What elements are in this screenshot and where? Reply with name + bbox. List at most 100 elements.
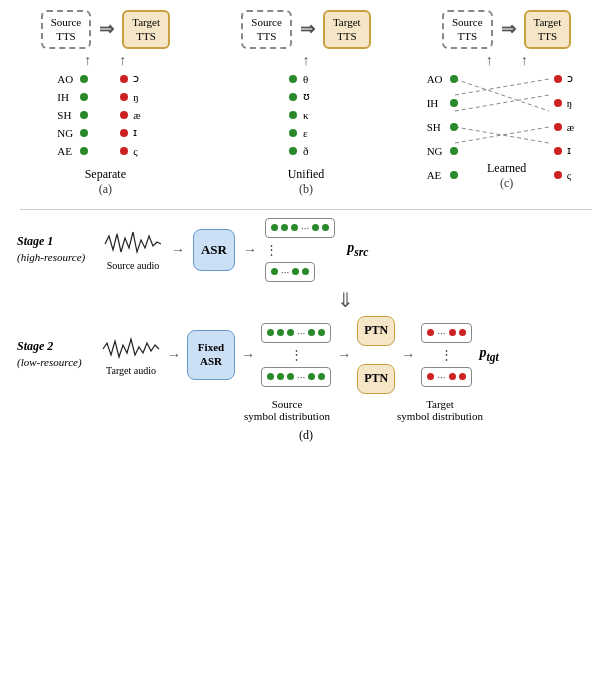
sd8 <box>302 268 309 275</box>
sd20 <box>449 329 456 336</box>
sd15 <box>277 373 284 380</box>
up-arrow-b: ↑ <box>302 53 309 69</box>
dot-r3 <box>120 111 128 119</box>
ellipsis4: ··· <box>297 371 305 383</box>
up-arrows-c: ↑ ↑ <box>486 53 528 69</box>
dot-c-ae <box>450 171 458 179</box>
dot-sh <box>80 111 88 119</box>
ph-b4: ε <box>303 127 323 139</box>
sd17 <box>308 373 315 380</box>
seq-3-1: ··· <box>421 323 471 343</box>
stage2-arrow2: → <box>241 347 255 363</box>
dot-c-r4 <box>554 147 562 155</box>
ph-c-r3: æ <box>567 121 587 133</box>
up-arrows-a: ↑ ↑ <box>84 53 126 69</box>
sd23 <box>449 373 456 380</box>
stage2-tgt-sequences: ··· ⋮ ··· <box>421 323 471 387</box>
arrow-b: ⇒ <box>300 18 315 40</box>
dot-b3 <box>289 111 297 119</box>
src-sym-dist-label: Source symbol distribution <box>237 398 337 422</box>
svg-line-1 <box>455 79 549 95</box>
diagram-unified: SourceTTS ⇒ TargetTTS ↑ θ ʊ κ ε ð Unifie… <box>211 10 401 197</box>
ph-c-r5: ς <box>567 169 587 181</box>
ph-c-ao: AO <box>427 73 447 85</box>
sd16 <box>287 373 294 380</box>
sd19 <box>427 329 434 336</box>
ptn-boxes: PTN PTN <box>357 316 395 394</box>
stage2-label: Stage 2 (low-resource) <box>17 339 95 370</box>
sd4 <box>312 224 319 231</box>
ptn-box-2: PTN <box>357 364 395 394</box>
stage2-container: Stage 2 (low-resource) Target audio → Fi… <box>5 314 607 394</box>
learned-area: AO IH SH NG AE ɔ ŋ æ ɪ ς <box>427 71 587 157</box>
source-tts-box-b: SourceTTS <box>241 10 292 49</box>
ph-c-ih: IH <box>427 97 447 109</box>
dot-r1 <box>120 75 128 83</box>
dot-r4 <box>120 129 128 137</box>
sd14 <box>267 373 274 380</box>
diagram-learned: SourceTTS ⇒ TargetTTS ↑ ↑ <box>412 10 602 197</box>
stage2-audio-group: Target audio <box>101 333 161 376</box>
tgt-sym-label: Target symbol distribution <box>397 398 483 422</box>
src-sym-label: Source symbol distribution <box>244 398 330 422</box>
dot-c-r2 <box>554 99 562 107</box>
dot-ao <box>80 75 88 83</box>
up-arrow-left-a: ↑ <box>84 53 91 69</box>
arrow-c: ⇒ <box>501 18 516 40</box>
ph-c-r1: ɔ <box>567 72 587 85</box>
dot-r5 <box>120 147 128 155</box>
diagram-separate: SourceTTS ⇒ TargetTTS ↑ ↑ AO IH SH NG AE <box>10 10 200 197</box>
divider <box>20 209 592 210</box>
learned-left: AO IH SH NG AE <box>427 71 458 183</box>
ph-c-r4: ɪ <box>567 144 587 157</box>
sd18 <box>318 373 325 380</box>
sd13 <box>318 329 325 336</box>
phoneme-right-a: ɔ ŋ æ ɪ ς <box>120 71 153 159</box>
ph-ao: AO <box>57 73 77 85</box>
stage2-row: Stage 2 (low-resource) Target audio → Fi… <box>17 316 595 394</box>
label-unified: Unified (b) <box>288 167 325 197</box>
dot-c-sh <box>450 123 458 131</box>
sd10 <box>277 329 284 336</box>
svg-line-2 <box>455 95 549 111</box>
ph-b1: θ <box>303 73 323 85</box>
ph-r2: ŋ <box>133 91 153 103</box>
sd5 <box>322 224 329 231</box>
top-section: SourceTTS ⇒ TargetTTS ↑ ↑ AO IH SH NG AE <box>5 10 607 197</box>
stage2-arrow1: → <box>167 347 181 363</box>
stage1-sequences: ··· ⋮ ··· <box>265 218 335 282</box>
phoneme-section-a: AO IH SH NG AE ɔ ŋ æ ɪ ς <box>57 71 153 159</box>
stage1-arrow1: → <box>171 242 185 258</box>
target-tts-box-a: TargetTTS <box>122 10 170 49</box>
main-container: SourceTTS ⇒ TargetTTS ↑ ↑ AO IH SH NG AE <box>0 0 612 680</box>
stage2-src-sequences: ··· ⋮ ··· <box>261 323 331 387</box>
seq-3-2: ··· <box>421 367 471 387</box>
stage1-row: Stage 1 (high-resource) Source audio → A… <box>17 218 595 282</box>
dot-b2 <box>289 93 297 101</box>
seq-2-1: ··· <box>261 323 331 343</box>
dot-c-ng <box>450 147 458 155</box>
ph-r1: ɔ <box>133 72 153 85</box>
tts-row-learned: SourceTTS ⇒ TargetTTS <box>442 10 571 49</box>
audio-wave-stage1 <box>103 228 163 260</box>
ph-b5: ð <box>303 145 323 157</box>
ph-r3: æ <box>133 109 153 121</box>
dots-between2: ⋮ <box>261 347 331 363</box>
dots-between3: ⋮ <box>421 347 471 363</box>
dots-between: ⋮ <box>265 242 278 258</box>
target-tts-box-b: TargetTTS <box>323 10 371 49</box>
sd3 <box>291 224 298 231</box>
p-tgt-label: ptgt <box>480 345 499 364</box>
up-arrow-right-c: ↑ <box>521 53 528 69</box>
sd11 <box>287 329 294 336</box>
dot-c-ao <box>450 75 458 83</box>
dot-ih <box>80 93 88 101</box>
phoneme-center-b: θ ʊ κ ε ð <box>289 71 323 159</box>
ph-c-ng: NG <box>427 145 447 157</box>
ellipsis1: ··· <box>301 222 309 234</box>
stage1-asr-box: ASR <box>193 229 235 271</box>
stage2-arrow3: → <box>337 347 351 363</box>
dot-b4 <box>289 129 297 137</box>
ellipsis5: ··· <box>437 327 445 339</box>
learned-right: ɔ ŋ æ ɪ ς <box>554 71 587 183</box>
